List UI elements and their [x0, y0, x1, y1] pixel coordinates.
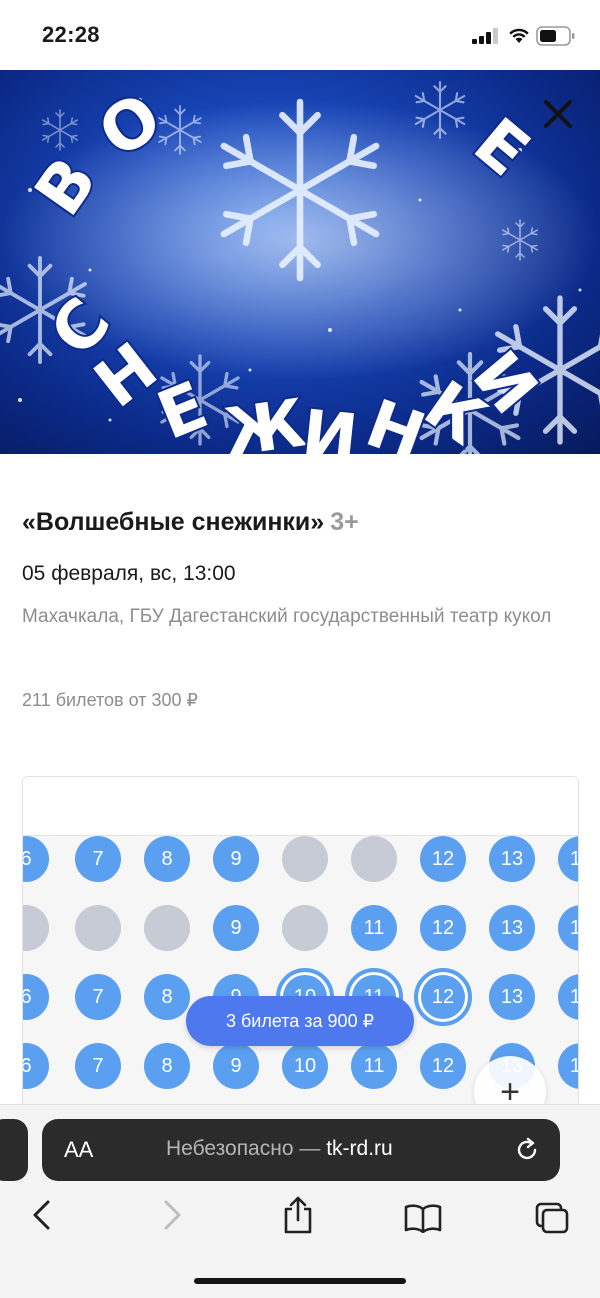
bookmarks-icon[interactable]	[404, 1203, 442, 1233]
battery-icon	[536, 26, 575, 46]
cart-summary-button[interactable]: 3 билета за 900 ₽	[186, 996, 414, 1046]
seat-available[interactable]: 7	[75, 1043, 121, 1089]
close-icon[interactable]	[536, 92, 580, 136]
cellular-signal-icon	[472, 28, 498, 44]
home-indicator	[194, 1278, 406, 1284]
seat-map-header	[23, 777, 578, 836]
seat-taken	[144, 905, 190, 951]
event-banner-image: В О Е С Н Е Ж И Н К И	[0, 70, 600, 454]
seat-available[interactable]: 9	[213, 905, 259, 951]
url-security-label: Небезопасно —	[166, 1137, 327, 1160]
seat-available[interactable]: 14	[558, 1043, 578, 1089]
reader-settings-button[interactable]: AA	[64, 1137, 93, 1163]
seat-available[interactable]: 8	[144, 836, 190, 882]
snowflakes-illustration: В О Е С Н Е Ж И Н К И	[0, 76, 600, 454]
seat-available[interactable]: 13	[489, 905, 535, 951]
event-title: «Волшебные снежинки» 3+	[22, 508, 359, 537]
status-time: 22:28	[42, 22, 100, 47]
seat-available[interactable]: 12	[420, 905, 466, 951]
browser-toolbar: AA Небезопасно — tk-rd.ru	[0, 1104, 600, 1298]
previous-tab-stub[interactable]	[0, 1119, 28, 1181]
seat-available[interactable]: 6	[23, 836, 49, 882]
seat-available[interactable]: 8	[144, 1043, 190, 1089]
seat-available[interactable]: 14	[558, 974, 578, 1020]
seat-available[interactable]: 11	[351, 1043, 397, 1089]
back-icon[interactable]	[30, 1199, 54, 1231]
seat-available[interactable]: 9	[213, 836, 259, 882]
seat-available[interactable]: 12	[420, 1043, 466, 1089]
event-venue: Махачкала, ГБУ Дагестанский государствен…	[22, 606, 552, 627]
reload-icon[interactable]	[514, 1137, 540, 1163]
seat-available[interactable]: 6	[23, 974, 49, 1020]
share-icon[interactable]	[282, 1195, 314, 1235]
seat-taken	[75, 905, 121, 951]
seat-taken	[282, 836, 328, 882]
seat-taken	[282, 905, 328, 951]
seat-available[interactable]: 8	[144, 974, 190, 1020]
wifi-icon	[509, 28, 529, 43]
seat-taken	[23, 905, 49, 951]
seat-available[interactable]: 14	[558, 836, 578, 882]
age-rating: 3+	[330, 508, 359, 536]
event-name: «Волшебные снежинки»	[22, 508, 325, 536]
seat-available[interactable]: 7	[75, 974, 121, 1020]
seat-available[interactable]: 14	[558, 905, 578, 951]
aa-label: AA	[64, 1137, 94, 1162]
seat-available[interactable]: 13	[489, 836, 535, 882]
forward-icon[interactable]	[160, 1199, 184, 1231]
url-text[interactable]: Небезопасно — tk-rd.ru	[166, 1137, 393, 1161]
tabs-icon[interactable]	[534, 1201, 570, 1235]
tickets-summary: 211 билетов от 300 ₽	[22, 690, 198, 710]
address-bar[interactable]: AA Небезопасно — tk-rd.ru	[42, 1119, 560, 1181]
seat-available[interactable]: 13	[489, 974, 535, 1020]
svg-text:Ж: Ж	[220, 384, 311, 454]
seat-available[interactable]: 10	[282, 1043, 328, 1089]
seat-available[interactable]: 12	[420, 836, 466, 882]
seat-available[interactable]: 9	[213, 1043, 259, 1089]
status-bar: 22:28	[0, 0, 600, 70]
event-date: 05 февраля, вс, 13:00	[22, 562, 236, 585]
seat-available[interactable]: 7	[75, 836, 121, 882]
seat-available[interactable]: 6	[23, 1043, 49, 1089]
svg-text:Е: Е	[147, 367, 218, 454]
seat-available[interactable]: 11	[351, 905, 397, 951]
svg-text:И: И	[298, 395, 361, 454]
seat-taken	[351, 836, 397, 882]
seat-selected[interactable]: 12	[414, 968, 472, 1026]
url-domain: tk-rd.ru	[326, 1137, 393, 1160]
